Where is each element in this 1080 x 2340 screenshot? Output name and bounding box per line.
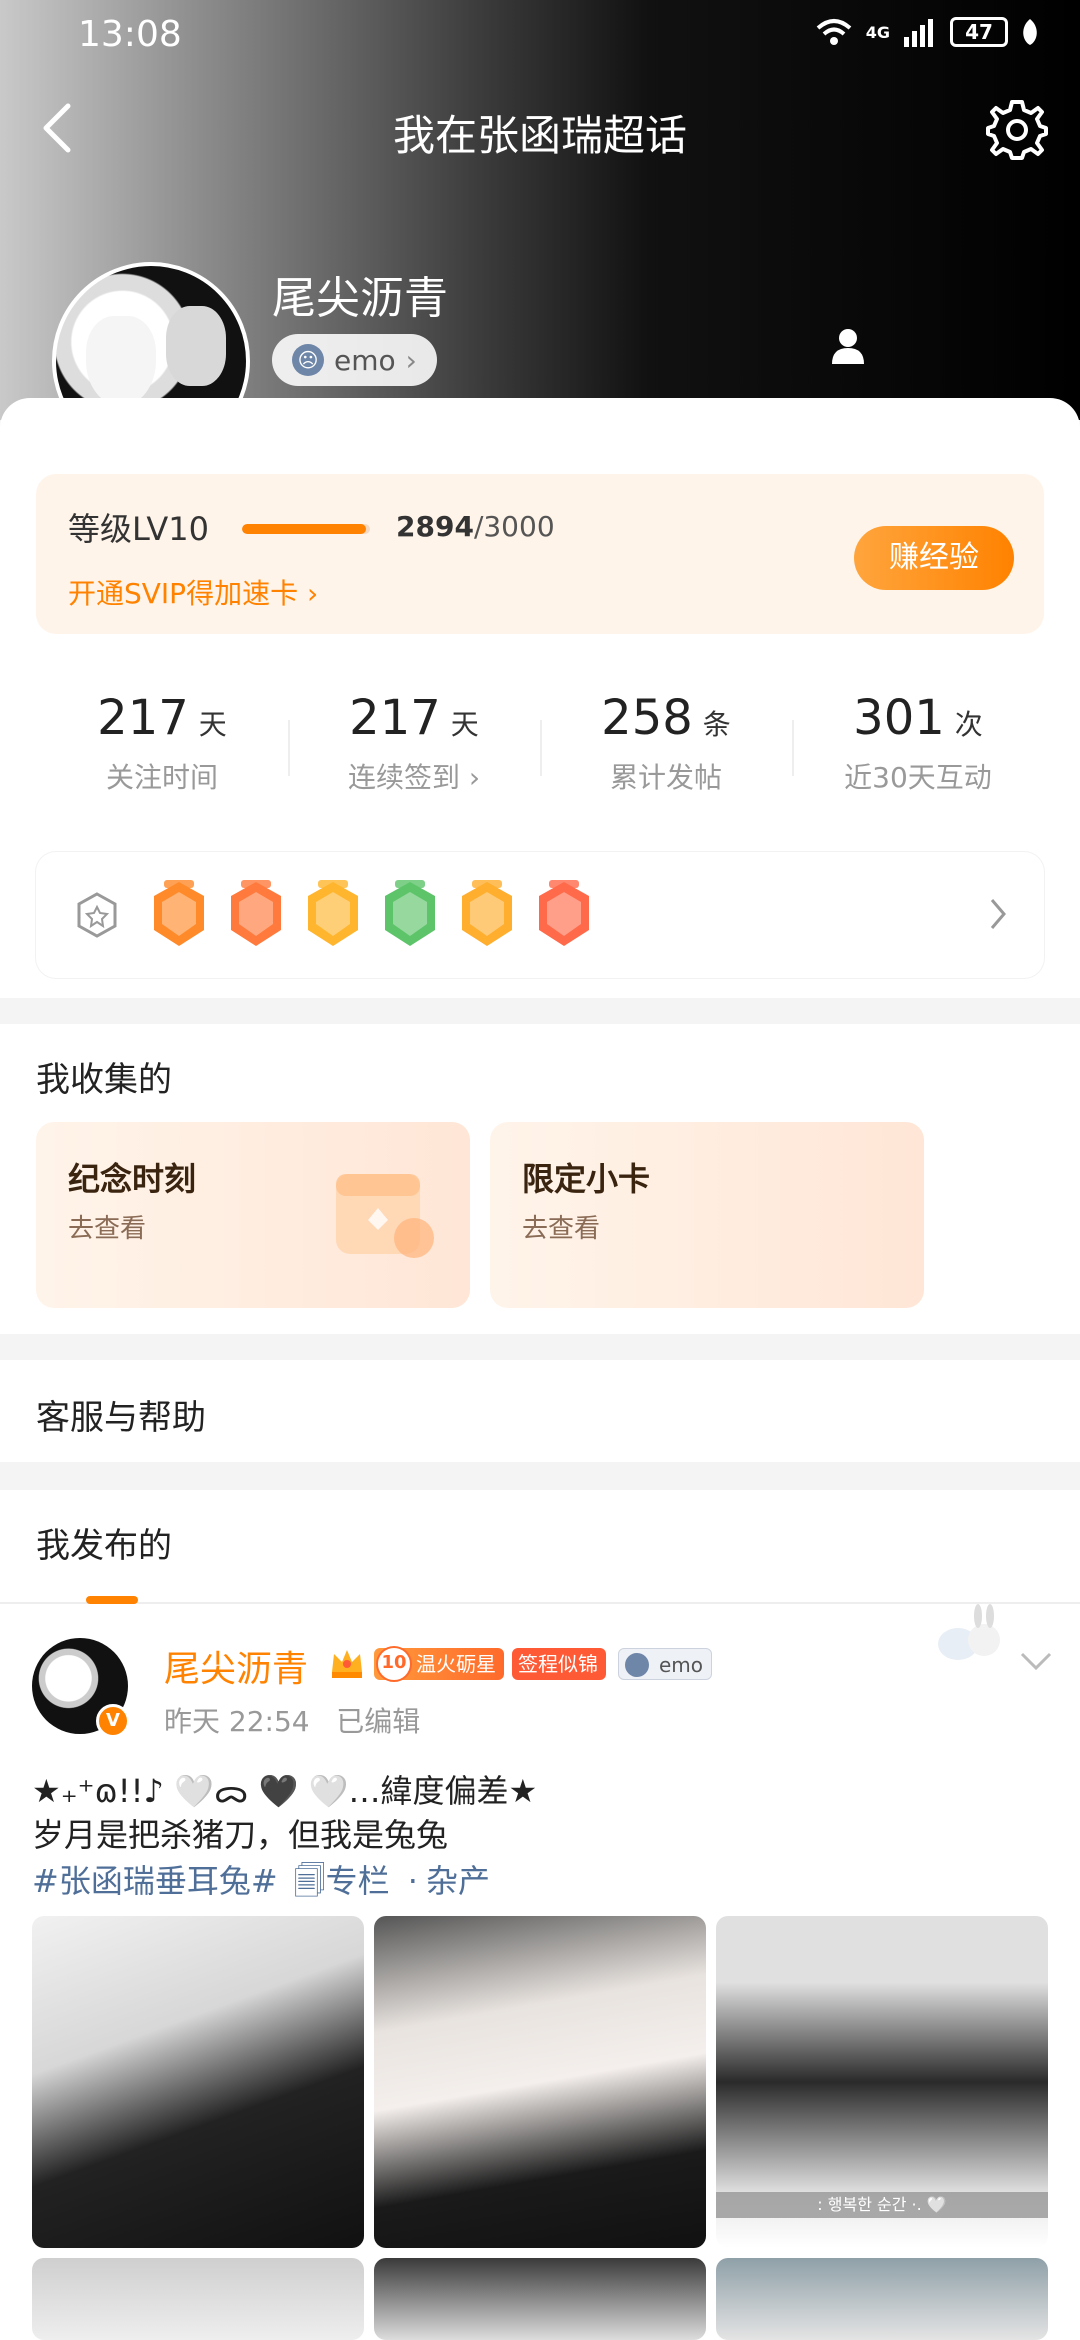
battery-icon: 47	[950, 17, 1008, 47]
post-time: 昨天 22:54 已编辑	[164, 1705, 421, 1738]
mood-tag: emo	[618, 1648, 713, 1680]
signal-icon	[904, 19, 933, 47]
100-days-badge-icon	[231, 880, 281, 946]
status-time: 13:08	[78, 14, 182, 55]
level-tag: 10 温火砺星	[374, 1646, 504, 1682]
nav-bar: 我在张函瑞超话	[0, 90, 1080, 170]
collection-title: 我收集的	[36, 1060, 172, 1100]
limited-card-card[interactable]: 限定小卡 去查看	[490, 1122, 924, 1308]
status-bar: 13:08 4G 47	[0, 0, 1080, 72]
crown-icon	[332, 1650, 362, 1678]
level-card: 等级LV10 2894/3000 开通SVIP得加速卡 › 赚经验	[36, 474, 1044, 634]
tab-underline	[86, 1596, 138, 1604]
chevron-down-icon[interactable]	[1018, 1650, 1054, 1674]
stat-interactions: 301 次 近30天互动	[792, 664, 1044, 824]
medal-outline-icon	[77, 892, 117, 938]
memorial-moment-card[interactable]: 纪念时刻 去查看	[36, 1122, 470, 1308]
chevron-right-icon: ›	[405, 343, 417, 377]
status-icons: 4G 47	[814, 16, 1040, 48]
post-author-name[interactable]: 尾尖沥青	[164, 1640, 308, 1692]
help-title: 客服与帮助	[36, 1398, 206, 1438]
wifi-icon	[816, 19, 852, 45]
stat-checkin[interactable]: 217 天 连续签到 ›	[288, 664, 540, 824]
collection-section: 我收集的 纪念时刻 去查看 限定小卡 去查看	[0, 1024, 1080, 1334]
bunny-decoration-icon	[938, 1604, 1000, 1660]
stats-row: 217 天 关注时间 217 天 连续签到 › 258 条 累计发帖 301 次 近30…	[36, 664, 1044, 824]
sad-face-icon	[625, 1653, 649, 1677]
verified-badge-icon: V	[96, 1704, 130, 1738]
hi-badge-icon	[308, 880, 358, 946]
settings-gear-icon[interactable]	[984, 96, 1050, 162]
page-title: 我在张函瑞超话	[392, 111, 687, 160]
post-photo[interactable]	[374, 2258, 706, 2340]
post-text-line: 岁月是把杀猪刀，但我是兔兔	[32, 1816, 449, 1854]
post-photo[interactable]	[374, 1916, 706, 2248]
calendar-heart-icon	[336, 1174, 434, 1258]
level-progress-bar	[242, 524, 370, 534]
lv10-badge-icon	[154, 880, 204, 946]
post-text-line: ★₊⁺ɷ!!♪ 🤍ᯅ 🖤 🤍…緯度偏差★	[32, 1772, 538, 1810]
stat-follow-time: 217 天 关注时间	[97, 690, 227, 794]
column-icon: 🗐	[293, 1862, 326, 1900]
mood-status-button[interactable]: ☹ emo ›	[272, 334, 437, 386]
exp-value: 2894/3000	[396, 510, 555, 543]
title-tag: 签程似锦	[512, 1648, 606, 1680]
photo-caption: : 행복한 순간 ·. 🤍	[716, 2192, 1048, 2218]
post-photo[interactable]	[32, 2258, 364, 2340]
help-section[interactable]: 客服与帮助	[0, 1360, 1080, 1462]
tab-my-posts[interactable]: 我发布的	[36, 1518, 172, 1567]
network-label: 4G	[865, 22, 890, 42]
profile-username: 尾尖沥青	[272, 273, 448, 324]
level-label: 等级LV10	[68, 510, 209, 548]
rock-hand-badge-icon	[539, 880, 589, 946]
person-icon[interactable]	[828, 326, 868, 366]
post-tags: #张函瑞垂耳兔# 🗐专栏 · 杂产	[32, 1856, 490, 1913]
30-days-badge-icon	[462, 880, 512, 946]
sad-face-icon: ☹	[292, 344, 324, 376]
heart-badge-icon	[385, 880, 435, 946]
stat-posts: 258 条 累计发帖	[540, 664, 792, 824]
post-photo[interactable]	[32, 1916, 364, 2248]
hashtag-link[interactable]: #张函瑞垂耳兔#	[32, 1856, 278, 1913]
badges-row[interactable]	[36, 852, 1044, 978]
post-photo[interactable]: : 행복한 순간 ·. 🤍	[716, 1916, 1048, 2248]
leaf-icon	[1023, 19, 1037, 45]
svip-link[interactable]: 开通SVIP得加速卡 ›	[68, 572, 318, 612]
mood-label: emo	[334, 343, 396, 377]
earn-exp-button[interactable]: 赚经验	[854, 526, 1014, 590]
chevron-right-icon	[990, 899, 1006, 929]
column-link[interactable]: 🗐专栏 · 杂产	[294, 1856, 490, 1913]
post-photo[interactable]	[716, 2258, 1048, 2340]
